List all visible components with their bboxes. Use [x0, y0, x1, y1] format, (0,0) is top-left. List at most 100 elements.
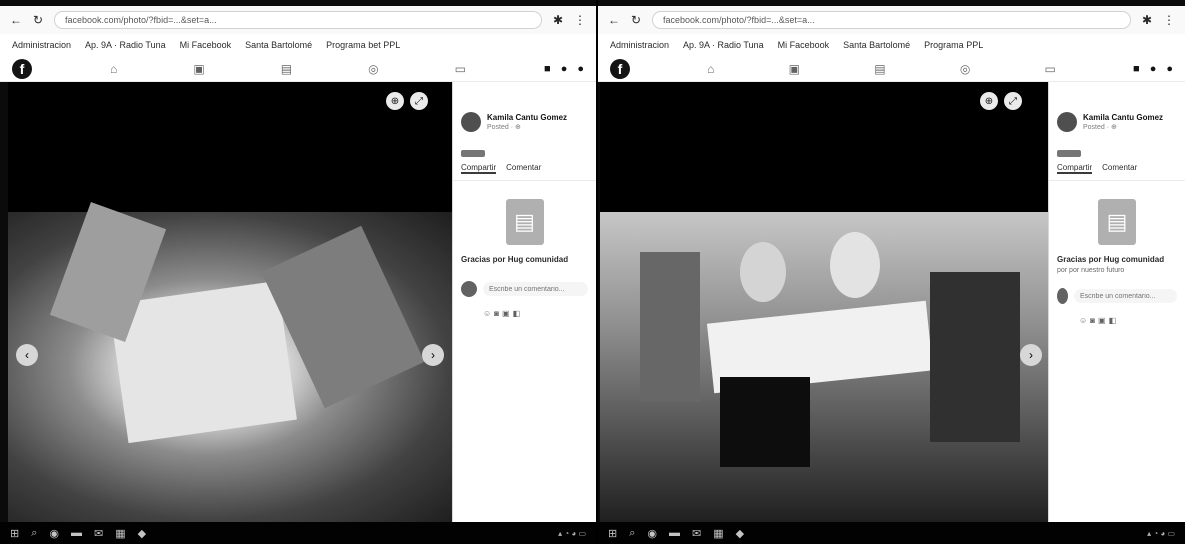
- app-icon[interactable]: ◆: [736, 527, 744, 540]
- camera-icon[interactable]: ◙: [494, 309, 502, 318]
- grid-menu-icon[interactable]: ■: [1133, 63, 1140, 75]
- sticker-icon[interactable]: ◧: [513, 309, 524, 318]
- marketplace-icon[interactable]: ▤: [281, 62, 292, 76]
- gif-icon[interactable]: ▣: [1098, 316, 1109, 325]
- post-side-panel: Kamila Cantu Gomez Posted · ⊕ Compartir …: [1048, 82, 1185, 522]
- comment-input[interactable]: [1074, 289, 1177, 304]
- document-icon[interactable]: ▤: [1098, 199, 1136, 245]
- chevron-left-icon[interactable]: ‹: [16, 344, 38, 366]
- facebook-header: f ⌂ ▣ ▤ ◎ ▭ ■ ● ●: [598, 56, 1185, 82]
- comment-action[interactable]: Comentar: [506, 163, 541, 174]
- gaming-icon[interactable]: ▭: [455, 62, 466, 76]
- messenger-icon[interactable]: ●: [1150, 63, 1157, 75]
- notifications-icon[interactable]: ●: [577, 63, 584, 75]
- start-icon[interactable]: ⊞: [10, 527, 19, 540]
- extension-icon[interactable]: ✱: [1141, 13, 1153, 27]
- bookmark-item[interactable]: Mi Facebook: [180, 40, 232, 50]
- gif-icon[interactable]: ▣: [502, 309, 513, 318]
- reload-icon[interactable]: ↻: [32, 13, 44, 27]
- grid-menu-icon[interactable]: ■: [544, 63, 551, 75]
- video-icon[interactable]: ▣: [789, 62, 800, 76]
- url-bar[interactable]: facebook.com/photo/?fbid=...&set=a...: [54, 11, 542, 29]
- emoji-icon[interactable]: ☺: [483, 309, 494, 318]
- notifications-icon[interactable]: ●: [1166, 63, 1173, 75]
- avatar[interactable]: [461, 112, 481, 132]
- post-subcaption: por por nuestro futuro: [1057, 267, 1125, 275]
- zoom-icon[interactable]: ⊕: [386, 92, 404, 110]
- app-icon[interactable]: ▦: [115, 527, 125, 540]
- mail-icon[interactable]: ✉: [94, 527, 103, 540]
- browser-icon[interactable]: ◉: [647, 527, 657, 540]
- arrow-left-icon[interactable]: ←: [608, 13, 620, 27]
- reload-icon[interactable]: ↻: [630, 13, 642, 27]
- folder-icon[interactable]: ▬: [669, 527, 680, 539]
- chevron-right-icon[interactable]: ›: [422, 344, 444, 366]
- app-icon[interactable]: ◆: [138, 527, 146, 540]
- bookmark-item[interactable]: Programa PPL: [924, 40, 983, 50]
- facebook-header: f ⌂ ▣ ▤ ◎ ▭ ■ ● ●: [0, 56, 596, 82]
- account-controls: ■ ● ●: [1133, 63, 1173, 75]
- gaming-icon[interactable]: ▭: [1045, 62, 1056, 76]
- comment-box: [453, 269, 596, 309]
- post-author: Kamila Cantu Gomez Posted · ⊕: [453, 82, 596, 140]
- comment-input[interactable]: [483, 282, 588, 297]
- system-tray[interactable]: ▴ ◔ ◕ ▭: [558, 529, 586, 538]
- bookmarks-bar: Administracion Ap. 9A · Radio Tuna Mi Fa…: [0, 34, 596, 56]
- post-actions: Compartir Comentar: [453, 157, 596, 181]
- arrow-left-icon[interactable]: ←: [10, 13, 22, 27]
- extension-icon[interactable]: ✱: [552, 13, 564, 27]
- post-author: Kamila Cantu Gomez Posted · ⊕: [1049, 82, 1185, 140]
- comment-action[interactable]: Comentar: [1102, 163, 1137, 174]
- search-icon[interactable]: ⌕: [629, 527, 635, 540]
- sticker-icon[interactable]: ◧: [1109, 316, 1120, 325]
- home-icon[interactable]: ⌂: [110, 62, 117, 76]
- url-bar[interactable]: facebook.com/photo/?fbid=...&set=a...: [652, 11, 1131, 29]
- zoom-icon[interactable]: ⊕: [980, 92, 998, 110]
- bookmark-item[interactable]: Ap. 9A · Radio Tuna: [85, 40, 166, 50]
- author-name[interactable]: Kamila Cantu Gomez: [487, 113, 567, 123]
- bookmarks-bar: Administracion Ap. 9A · Radio Tuna Mi Fa…: [598, 34, 1185, 56]
- expand-icon[interactable]: ⤢: [410, 92, 428, 110]
- messenger-icon[interactable]: ●: [561, 63, 568, 75]
- system-tray[interactable]: ▴ ◔ ◕ ▭: [1147, 529, 1175, 538]
- comment-box: [1049, 276, 1185, 316]
- groups-icon[interactable]: ◎: [368, 62, 378, 76]
- video-icon[interactable]: ▣: [193, 62, 204, 76]
- author-name[interactable]: Kamila Cantu Gomez: [1083, 113, 1163, 123]
- address-row: ← ↻ facebook.com/photo/?fbid=...&set=a..…: [598, 6, 1185, 34]
- facebook-logo-icon[interactable]: f: [610, 58, 630, 79]
- post-meta: Posted · ⊕: [487, 124, 521, 132]
- bookmark-item[interactable]: Mi Facebook: [778, 40, 830, 50]
- bookmark-item[interactable]: Programa bet PPL: [326, 40, 400, 50]
- menu-icon[interactable]: ⋮: [1163, 13, 1175, 27]
- post-side-panel: Kamila Cantu Gomez Posted · ⊕ Compartir …: [452, 82, 596, 522]
- chevron-right-icon[interactable]: ›: [1020, 344, 1042, 366]
- bookmark-item[interactable]: Administracion: [12, 40, 71, 50]
- document-icon[interactable]: ▤: [505, 199, 544, 245]
- comment-tools: ☺◙▣◧: [1049, 316, 1185, 325]
- bookmark-item[interactable]: Santa Bartolomé: [245, 40, 312, 50]
- groups-icon[interactable]: ◎: [960, 62, 970, 76]
- bookmark-item[interactable]: Santa Bartolomé: [843, 40, 910, 50]
- browser-window-left: ← ↻ facebook.com/photo/?fbid=...&set=a..…: [0, 0, 596, 544]
- facebook-logo-icon[interactable]: f: [12, 58, 32, 79]
- folder-icon[interactable]: ▬: [71, 527, 82, 539]
- start-icon[interactable]: ⊞: [608, 527, 617, 540]
- browser-icon[interactable]: ◉: [49, 527, 59, 540]
- emoji-icon[interactable]: ☺: [1079, 316, 1090, 325]
- bookmark-item[interactable]: Administracion: [610, 40, 669, 50]
- mail-icon[interactable]: ✉: [692, 527, 701, 540]
- camera-icon[interactable]: ◙: [1090, 316, 1098, 325]
- share-action[interactable]: Compartir: [1057, 163, 1093, 174]
- expand-icon[interactable]: ⤢: [1004, 92, 1022, 110]
- marketplace-icon[interactable]: ▤: [874, 62, 885, 76]
- desktop: ← ↻ facebook.com/photo/?fbid=...&set=a..…: [0, 0, 1185, 544]
- menu-icon[interactable]: ⋮: [574, 13, 586, 27]
- home-icon[interactable]: ⌂: [707, 62, 714, 76]
- search-icon[interactable]: ⌕: [31, 527, 37, 540]
- bookmark-item[interactable]: Ap. 9A · Radio Tuna: [683, 40, 764, 50]
- share-action[interactable]: Compartir: [461, 163, 497, 174]
- app-icon[interactable]: ▦: [713, 527, 723, 540]
- avatar: [461, 281, 477, 298]
- avatar[interactable]: [1057, 112, 1077, 132]
